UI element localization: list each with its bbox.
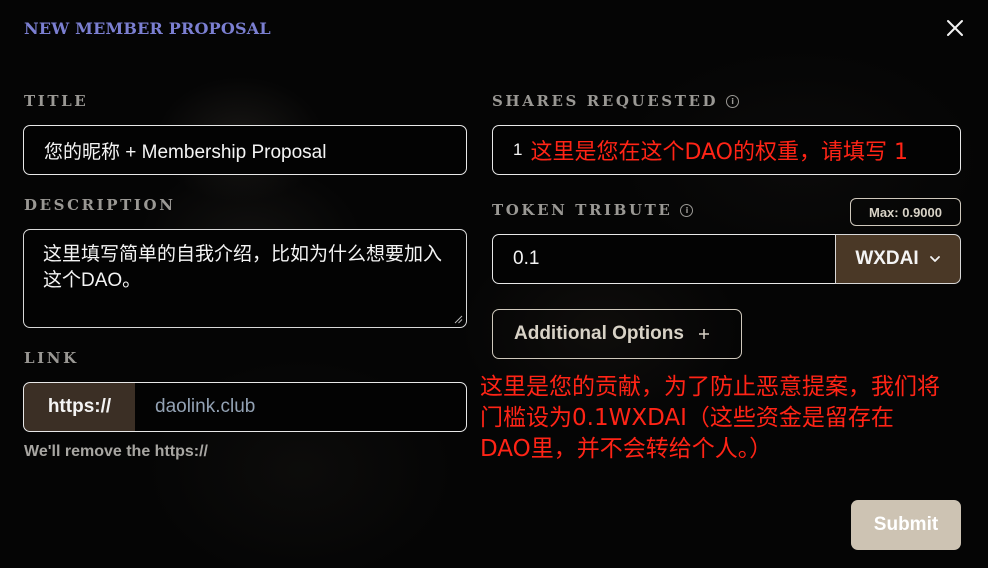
chevron-down-icon <box>929 256 940 262</box>
resize-grip-icon[interactable] <box>454 315 463 324</box>
description-textarea[interactable]: 这里填写简单的自我介绍，比如为什么想要加入这个DAO。 <box>23 229 467 328</box>
token-select-value: WXDAI <box>855 248 919 269</box>
tribute-input-value: 0.1 <box>513 248 540 269</box>
shares-label-text: SHARES REQUESTED <box>492 92 719 110</box>
tribute-annotation: 这里是您的贡献，为了防止恶意提案，我们将 门槛设为0.1WXDAI（这些资金是留… <box>480 372 988 465</box>
tribute-label: TOKEN TRIBUTE i <box>492 201 694 219</box>
title-label-text: TITLE <box>24 92 89 110</box>
modal-title: NEW MEMBER PROPOSAL <box>24 19 271 38</box>
link-label: LINK <box>24 349 79 367</box>
shares-label: SHARES REQUESTED i <box>492 92 740 110</box>
tribute-input[interactable]: 0.1 <box>492 234 836 284</box>
plus-icon <box>698 329 709 339</box>
link-input[interactable]: daolink.club <box>135 382 467 432</box>
link-placeholder: daolink.club <box>155 396 256 417</box>
title-input-value: 您的昵称 + Membership Proposal <box>44 141 327 163</box>
additional-options-button[interactable]: Additional Options <box>492 309 742 359</box>
additional-options-label: Additional Options <box>514 323 684 344</box>
description-label-text: DESCRIPTION <box>24 196 176 214</box>
submit-button[interactable]: Submit <box>851 500 961 550</box>
tribute-label-text: TOKEN TRIBUTE <box>492 201 673 219</box>
info-icon[interactable]: i <box>726 94 740 108</box>
description-label: DESCRIPTION <box>24 196 176 214</box>
link-prefix: https:// <box>23 382 136 432</box>
max-badge[interactable]: Max: 0.9000 <box>850 198 961 226</box>
title-label: TITLE <box>24 92 88 110</box>
annotation-line: DAO里，并不会转给个人。） <box>480 436 773 462</box>
annotation-line: 门槛设为0.1WXDAI（这些资金是留存在 <box>480 405 894 431</box>
annotation-line: 这里是您的贡献，为了防止恶意提案，我们将 <box>480 374 940 400</box>
token-select[interactable]: WXDAI <box>835 234 961 284</box>
shares-input-value: 1 <box>513 140 523 159</box>
info-icon[interactable]: i <box>680 203 694 217</box>
close-button[interactable] <box>944 17 966 39</box>
description-value: 这里填写简单的自我介绍，比如为什么想要加入这个DAO。 <box>43 244 443 291</box>
shares-input[interactable]: 1 这里是您在这个DAO的权重，请填写 1 <box>492 125 961 175</box>
link-label-text: LINK <box>24 349 79 367</box>
shares-annotation: 这里是您在这个DAO的权重，请填写 1 <box>530 140 908 165</box>
close-icon <box>947 20 963 36</box>
title-input[interactable]: 您的昵称 + Membership Proposal <box>23 125 467 175</box>
link-helper-text: We'll remove the https:// <box>24 443 208 460</box>
